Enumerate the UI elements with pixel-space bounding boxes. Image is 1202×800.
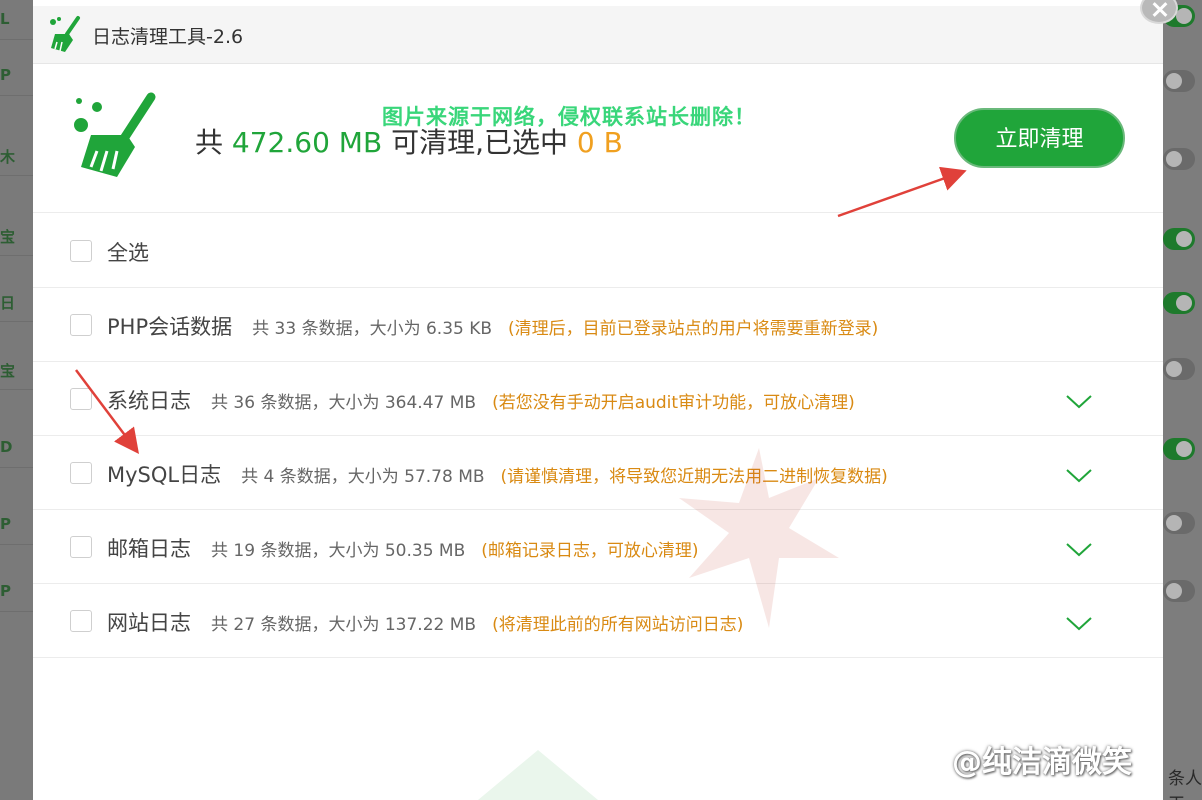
log-item-name: MySQL日志 [107,463,222,487]
chevron-down-icon[interactable] [1064,460,1094,490]
author-watermark: @纯洁滴微笑 [952,745,1132,780]
backdrop-sidebar-letter: D [0,438,13,456]
log-item-meta: 共 33 条数据，大小为 6.35 KB [252,319,493,339]
clean-now-button[interactable]: 立即清理 [954,108,1125,168]
backdrop-sidebar-letter: 日 [0,294,16,312]
log-item-meta: 共 27 条数据，大小为 137.22 MB [211,615,477,635]
backdrop-toggle [1163,292,1195,314]
chevron-down-icon[interactable] [1064,608,1094,638]
backdrop-sidebar-item: D [0,428,33,468]
backdrop-toggle [1163,148,1195,170]
total-size: 472.60 MB [231,126,383,159]
backdrop-bottom-text: 条人工 [1168,769,1202,800]
log-cleaner-dialog: 日志清理工具-2.6 共 472.60 MB 可清理,已选中 0 B 图片来源于… [33,0,1163,800]
log-item-checkbox[interactable] [70,536,92,558]
log-item-row: MySQL日志共 4 条数据，大小为 57.78 MB (请谨慎清理，将导致您近期… [33,436,1163,510]
log-item-name: PHP会话数据 [107,315,233,339]
backdrop-toggle [1163,70,1195,92]
backdrop-sidebar-item: P [0,505,33,545]
backdrop-sidebar-item: P [0,572,33,612]
backdrop-toggle [1163,358,1195,380]
backdrop-sidebar-letter: 宝 [0,228,16,246]
log-item-label: PHP会话数据共 33 条数据，大小为 6.35 KB (清理后，目前已登录站点的… [107,311,878,341]
log-item-note: (清理后，目前已登录站点的用户将需要重新登录) [508,319,879,339]
backdrop-sidebar-letter: P [0,66,11,84]
select-all-row: 全选 [33,214,1163,288]
backdrop-sidebar-letter: 木 [0,148,16,166]
backdrop-right-panel [1163,0,1202,800]
backdrop-sidebar-letter: P [0,582,11,600]
dialog-titlebar: 日志清理工具-2.6 [33,6,1163,64]
log-item-label: 系统日志共 36 条数据，大小为 364.47 MB (若您没有手动开启audit… [107,385,855,415]
dialog-header: 共 472.60 MB 可清理,已选中 0 B 图片来源于网络，侵权联系站长删除… [33,65,1163,213]
broom-icon [74,92,156,177]
log-item-meta: 共 4 条数据，大小为 57.78 MB [241,467,485,487]
backdrop-sidebar-item: 宝 [0,350,33,390]
log-item-name: 网站日志 [107,611,191,635]
backdrop-sidebar-item: 宝 [0,216,33,256]
backdrop-sidebar-letter: P [0,515,11,533]
faint-background-shape [478,750,598,800]
log-item-row: 网站日志共 27 条数据，大小为 137.22 MB (将清理此前的所有网站访问日… [33,584,1163,658]
source-watermark: 图片来源于网络，侵权联系站长删除！ [382,105,756,129]
log-item-name: 邮箱日志 [107,537,191,561]
log-item-note: (若您没有手动开启audit审计功能，可放心清理) [492,393,855,413]
backdrop-toggle [1163,228,1195,250]
log-item-checkbox[interactable] [70,314,92,336]
faint-background-logo [679,448,839,628]
summary-prefix: 共 [195,126,224,159]
backdrop-toggle [1163,580,1195,602]
log-item-meta: 共 36 条数据，大小为 364.47 MB [211,393,477,413]
backdrop-sidebar: L P 木 宝 日 宝 D P P [0,0,33,800]
backdrop-sidebar-item: 木 [0,136,33,176]
log-item-meta: 共 19 条数据，大小为 50.35 MB [211,541,466,561]
backdrop-sidebar-letter: L [0,10,10,28]
log-item-checkbox[interactable] [70,388,92,410]
select-all-checkbox[interactable] [70,240,92,262]
log-item-checkbox[interactable] [70,610,92,632]
log-item-row: PHP会话数据共 33 条数据，大小为 6.35 KB (清理后，目前已登录站点的… [33,288,1163,362]
backdrop-toggle [1163,438,1195,460]
log-item-label: 网站日志共 27 条数据，大小为 137.22 MB (将清理此前的所有网站访问日… [107,607,743,637]
backdrop-sidebar-letter: 宝 [0,362,16,380]
log-item-row: 邮箱日志共 19 条数据，大小为 50.35 MB (邮箱记录日志，可放心清理) [33,510,1163,584]
backdrop-sidebar-item: P [0,56,33,96]
dialog-title: 日志清理工具-2.6 [92,26,244,48]
log-item-name: 系统日志 [107,389,191,413]
log-item-checkbox[interactable] [70,462,92,484]
log-item-note: (邮箱记录日志，可放心清理) [481,541,699,561]
backdrop-sidebar-item: 日 [0,282,33,322]
log-item-row: 系统日志共 36 条数据，大小为 364.47 MB (若您没有手动开启audit… [33,362,1163,436]
log-item-label: 邮箱日志共 19 条数据，大小为 50.35 MB (邮箱记录日志，可放心清理) [107,533,699,563]
chevron-down-icon[interactable] [1064,534,1094,564]
backdrop-toggle [1163,512,1195,534]
backdrop-sidebar-item: L [0,0,33,40]
select-all-label: 全选 [107,241,149,265]
chevron-down-icon[interactable] [1064,386,1094,416]
broom-icon [50,16,80,52]
